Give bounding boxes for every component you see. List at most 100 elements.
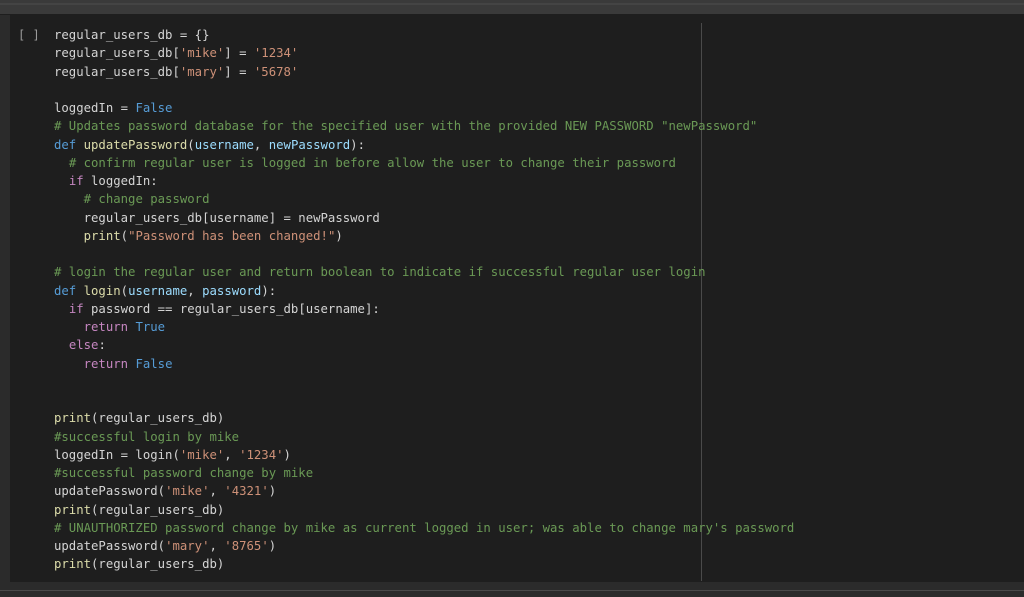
code-token: 'mary' xyxy=(179,64,225,79)
code-token: print xyxy=(54,502,92,517)
code-token: , xyxy=(209,484,225,499)
code-line: def updatePassword(username, newPassword… xyxy=(54,136,794,154)
code-line: regular_users_db = {} xyxy=(54,26,794,44)
code-token: password xyxy=(202,283,262,298)
code-token: '1234' xyxy=(239,447,284,462)
code-token: loggedIn = login( xyxy=(54,447,180,462)
code-token: ( xyxy=(187,137,195,152)
code-token: ) xyxy=(283,447,291,462)
code-line: updatePassword('mary', '8765') xyxy=(54,537,794,555)
code-line: print(regular_users_db) xyxy=(54,501,794,519)
code-token: (regular_users_db) xyxy=(91,502,225,517)
code-token: # change password xyxy=(83,192,210,207)
code-token: '1234' xyxy=(253,46,299,61)
code-token: True xyxy=(135,320,166,334)
code-token: # confirm regular user is logged in befo… xyxy=(68,155,676,170)
code-editor[interactable]: regular_users_db = {} regular_users_db['m… xyxy=(54,26,794,574)
code-token: '8765' xyxy=(224,539,269,553)
code-line: print(regular_users_db) xyxy=(54,555,794,573)
code-token: regular_users_db = {} xyxy=(54,28,210,42)
code-token: if xyxy=(68,301,84,316)
code-token: password == regular_users_db[username]: xyxy=(83,301,380,316)
code-line: print(regular_users_db) xyxy=(54,409,794,427)
code-token: "Password has been changed!" xyxy=(128,228,336,243)
code-token: return xyxy=(83,320,129,334)
code-line: if loggedIn: xyxy=(54,172,794,190)
code-line: #successful login by mike xyxy=(54,428,794,446)
code-token: print xyxy=(83,228,121,243)
code-token: updatePassword( xyxy=(54,484,166,499)
code-token: False xyxy=(135,101,173,115)
code-line: return False xyxy=(54,355,794,373)
code-token: (regular_users_db) xyxy=(91,411,225,426)
code-token: updatePassword xyxy=(83,137,188,152)
code-token: '5678' xyxy=(253,64,299,79)
code-token: #successful login by mike xyxy=(54,429,240,444)
code-line: if password == regular_users_db[username… xyxy=(54,300,794,318)
code-line: # login the regular user and return bool… xyxy=(54,263,794,281)
code-token: loggedIn: xyxy=(83,174,158,188)
code-token: regular_users_db[ xyxy=(54,64,180,79)
code-token: newPassword xyxy=(268,137,351,152)
code-token: , xyxy=(187,283,203,298)
code-token: regular_users_db[username] = newPassword xyxy=(54,210,380,225)
code-token: login xyxy=(83,283,121,298)
code-token: '4321' xyxy=(224,484,269,499)
code-token: username xyxy=(194,137,254,152)
code-token: 'mary' xyxy=(165,539,210,553)
code-line: updatePassword('mike', '4321') xyxy=(54,482,794,500)
code-line: regular_users_db['mike'] = '1234' xyxy=(54,44,794,62)
code-token: def xyxy=(54,283,84,298)
code-token: False xyxy=(135,356,173,371)
code-token: ] = xyxy=(224,46,254,61)
code-cell[interactable]: [ ] regular_users_db = {} regular_users_d… xyxy=(10,15,1024,582)
code-token: # login the regular user and return bool… xyxy=(54,265,706,280)
code-token: return xyxy=(83,356,129,371)
code-token: : xyxy=(98,338,106,353)
code-token: ( xyxy=(120,283,129,298)
code-line: def login(username, password): xyxy=(54,282,794,300)
code-token: def xyxy=(54,137,84,152)
code-line: else: xyxy=(54,336,794,354)
code-token: 'mike' xyxy=(179,447,225,462)
code-line: # confirm regular user is logged in befo… xyxy=(54,154,794,172)
code-token: regular_users_db[ xyxy=(54,46,180,61)
code-line: return True xyxy=(54,318,794,336)
window-bottom-bar xyxy=(0,582,1024,597)
code-line: loggedIn = login('mike', '1234') xyxy=(54,446,794,464)
code-token: updatePassword( xyxy=(54,539,166,553)
code-token: 'mike' xyxy=(179,46,225,61)
window-top-bar xyxy=(0,0,1024,15)
code-line: loggedIn = False xyxy=(54,99,794,117)
code-token: # UNAUTHORIZED password change by mike a… xyxy=(54,520,795,535)
code-token: ) xyxy=(335,228,343,243)
code-line: # Updates password database for the spec… xyxy=(54,117,794,135)
code-token: print xyxy=(54,557,92,572)
code-token: ): xyxy=(350,137,365,152)
code-line: print("Password has been changed!") xyxy=(54,227,794,245)
code-token: # Updates password database for the spec… xyxy=(54,119,758,134)
code-line: # UNAUTHORIZED password change by mike a… xyxy=(54,519,794,537)
code-line: regular_users_db[username] = newPassword xyxy=(54,209,794,227)
code-token: ) xyxy=(268,484,277,499)
cell-run-indicator[interactable]: [ ] xyxy=(18,26,40,44)
code-line: regular_users_db['mary'] = '5678' xyxy=(54,63,794,81)
code-token: ] = xyxy=(224,64,254,79)
code-token: 'mike' xyxy=(165,484,210,499)
code-token: else xyxy=(68,338,99,353)
code-token: print xyxy=(54,411,92,426)
code-line: # change password xyxy=(54,190,794,208)
code-token: loggedIn = xyxy=(54,101,136,115)
code-token: ) xyxy=(268,539,277,553)
code-token: if xyxy=(68,174,84,188)
